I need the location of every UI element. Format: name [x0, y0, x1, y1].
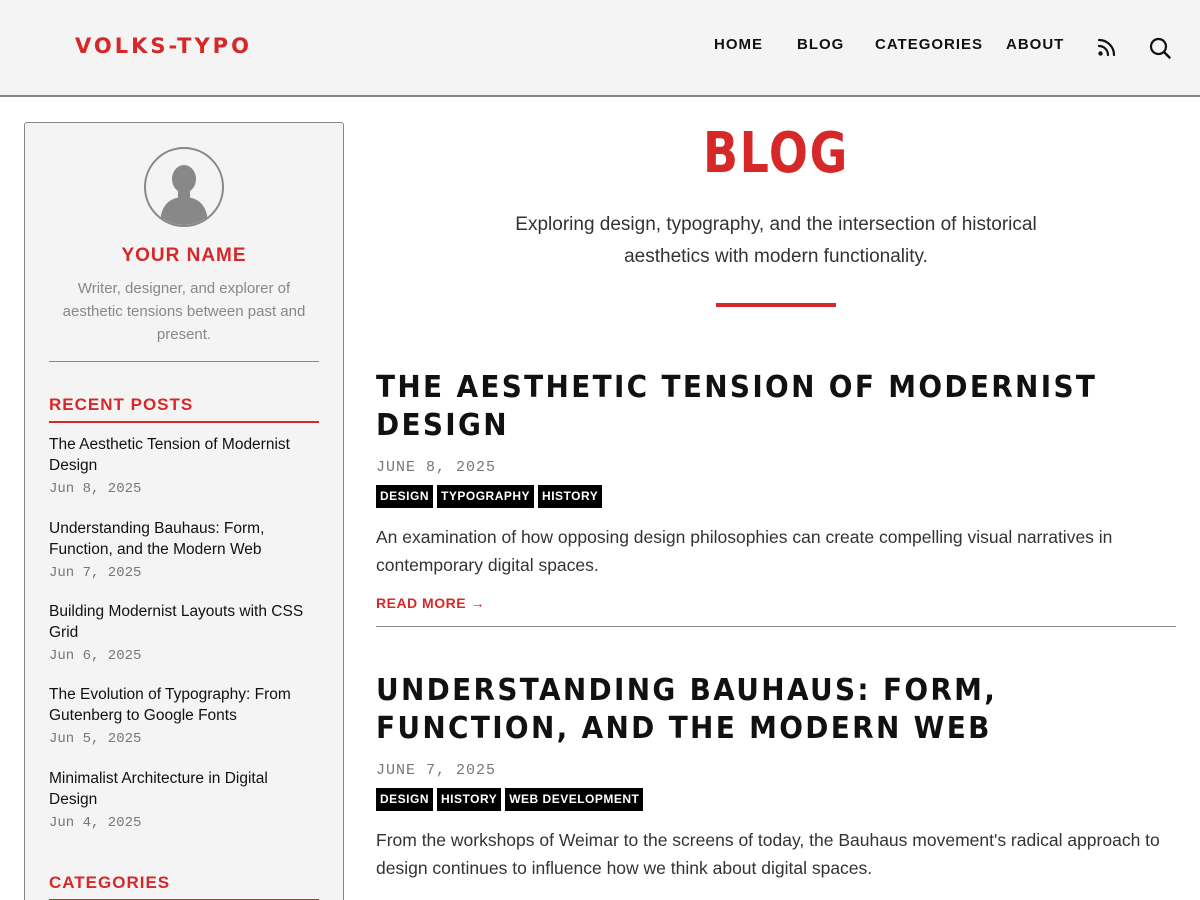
page-title: BLOG — [703, 121, 849, 186]
tag-web-development[interactable]: WEB DEVELOPMENT — [505, 788, 644, 811]
post-tags: DESIGN TYPOGRAPHY HISTORY — [376, 485, 1176, 508]
tag-typography[interactable]: TYPOGRAPHY — [437, 485, 535, 508]
post-divider — [376, 626, 1176, 627]
post-date: JUNE 7, 2025 — [376, 762, 497, 779]
search-icon[interactable] — [1149, 37, 1171, 64]
recent-post-link[interactable]: Understanding Bauhaus: Form, Function, a… — [49, 518, 319, 560]
rss-icon[interactable] — [1097, 37, 1117, 62]
sidebar: YOUR NAME Writer, designer, and explorer… — [24, 122, 344, 900]
author-name: YOUR NAME — [121, 245, 247, 266]
recent-posts-heading: RECENT POSTS — [49, 395, 194, 414]
recent-post-link[interactable]: Minimalist Architecture in Digital Desig… — [49, 768, 319, 810]
post-tags: DESIGN HISTORY WEB DEVELOPMENT — [376, 788, 1176, 811]
post-excerpt: An examination of how opposing design ph… — [376, 527, 1113, 575]
recent-post-date: Jun 4, 2025 — [49, 815, 142, 831]
sidebar-divider — [49, 361, 319, 362]
site-logo[interactable]: VOLKS-TYPO — [75, 34, 252, 58]
nav-item-home[interactable]: HOME — [714, 36, 763, 53]
tag-design[interactable]: DESIGN — [376, 788, 434, 811]
recent-post-date: Jun 5, 2025 — [49, 731, 142, 747]
post-card: UNDERSTANDING BAUHAUS: FORM, FUNCTION, A… — [376, 672, 1176, 882]
recent-post-item: Minimalist Architecture in Digital Desig… — [49, 768, 319, 831]
nav-item-categories[interactable]: CATEGORIES — [875, 36, 983, 53]
recent-post-item: Understanding Bauhaus: Form, Function, a… — [49, 518, 319, 581]
recent-post-date: Jun 8, 2025 — [49, 481, 142, 497]
page-description: Exploring design, typography, and the in… — [515, 214, 1037, 267]
tag-history[interactable]: HISTORY — [437, 788, 502, 811]
recent-post-item: The Aesthetic Tension of Modernist Desig… — [49, 434, 319, 497]
nav-item-blog[interactable]: BLOG — [797, 36, 844, 53]
author-bio: Writer, designer, and explorer of aesthe… — [62, 280, 306, 343]
recent-post-date: Jun 7, 2025 — [49, 565, 142, 581]
post-title[interactable]: THE AESTHETIC TENSION OF MODERNIST DESIG… — [376, 369, 1176, 445]
post-card: THE AESTHETIC TENSION OF MODERNIST DESIG… — [376, 369, 1176, 613]
user-avatar-icon — [144, 147, 224, 227]
tag-design[interactable]: DESIGN — [376, 485, 434, 508]
nav-item-about[interactable]: ABOUT — [1006, 36, 1064, 53]
tag-history[interactable]: HISTORY — [538, 485, 603, 508]
site-header: VOLKS-TYPO HOME BLOG CATEGORIES ABOUT — [0, 0, 1200, 97]
post-title[interactable]: UNDERSTANDING BAUHAUS: FORM, FUNCTION, A… — [376, 672, 1176, 748]
recent-post-link[interactable]: The Evolution of Typography: From Gutenb… — [49, 684, 319, 726]
recent-post-item: The Evolution of Typography: From Gutenb… — [49, 684, 319, 747]
categories-heading: CATEGORIES — [49, 873, 171, 892]
post-date: JUNE 8, 2025 — [376, 459, 497, 476]
recent-post-link[interactable]: Building Modernist Layouts with CSS Grid — [49, 601, 319, 643]
read-more-link[interactable]: READ MORE → — [376, 595, 485, 611]
title-rule — [716, 303, 836, 307]
main-content: BLOG Exploring design, typography, and t… — [376, 97, 1176, 900]
recent-post-link[interactable]: The Aesthetic Tension of Modernist Desig… — [49, 434, 319, 476]
recent-post-date: Jun 6, 2025 — [49, 648, 142, 664]
post-excerpt: From the workshops of Weimar to the scre… — [376, 830, 1160, 878]
recent-posts-rule — [49, 421, 319, 423]
recent-post-item: Building Modernist Layouts with CSS Grid… — [49, 601, 319, 664]
